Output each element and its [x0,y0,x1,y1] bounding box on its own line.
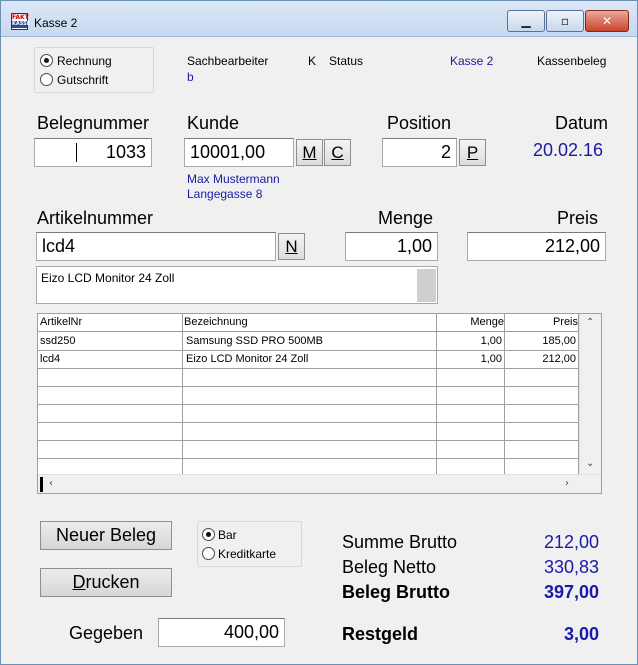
description-scrollbar[interactable] [417,269,436,302]
preis-label: Preis [557,208,599,228]
artikelnummer-label: Artikelnummer [37,208,154,228]
beleg-netto-value: 330,83 [543,557,599,577]
grid-row-line [38,404,579,405]
row-bezeichnung: Samsung SSD PRO 500MB [186,335,323,347]
scroll-down-icon[interactable]: ⌄ [586,458,594,469]
drucken-button[interactable]: Drucken [40,568,172,597]
scroll-up-icon[interactable]: ⌃ [586,317,594,328]
summe-brutto-label: Summe Brutto [342,532,458,552]
kreditkarte-radio[interactable] [202,547,215,560]
gutschrift-label: Gutschrift [57,73,109,87]
menge-field[interactable]: 1,00 [345,232,438,261]
title-bar[interactable]: FAKT KASSE Kasse 2 ▁ ▫ ✕ [1,1,637,37]
col-preis[interactable]: Preis [506,314,578,331]
row-preis: 212,00 [542,353,576,365]
summe-brutto-value: 212,00 [543,532,599,552]
row-artikelnr: ssd250 [40,335,76,347]
sachbearbeiter-label: Sachbearbeiter [187,54,269,68]
row-menge: 1,00 [480,335,502,347]
position-label: Position [387,113,452,133]
app-logo-icon: FAKT KASSE [11,13,30,30]
minimize-icon: ▁ [521,14,531,28]
restgeld-value: 3,00 [563,624,599,644]
table-header: ArtikelNr Bezeichnung Menge Preis [38,314,579,332]
kunde-field[interactable]: 10001,00 [184,138,294,167]
window-title: Kasse 2 [34,16,78,30]
preis-field[interactable]: 212,00 [467,232,606,261]
status-label: Status [329,54,364,68]
bar-radio[interactable] [202,528,215,541]
table-vertical-scrollbar[interactable]: ⌃ ⌄ [579,314,601,474]
row-menge: 1,00 [480,353,502,365]
artikel-description-box[interactable]: Eizo LCD Monitor 24 Zoll [36,266,438,304]
artikel-n-button[interactable]: N [278,233,305,260]
kunde-name: Max Mustermann [187,172,280,186]
table-horizontal-scrollbar[interactable]: ‹ › [38,474,601,493]
rechnung-label: Rechnung [57,54,112,68]
artikel-description: Eizo LCD Monitor 24 Zoll [41,271,175,285]
grid-row-line [38,368,579,369]
belegnummer-field[interactable]: 1033 [34,138,152,167]
gegeben-field[interactable]: 400,00 [158,618,285,647]
grid-row-line [38,386,579,387]
sachbearbeiter-value: b [187,70,194,84]
maximize-button[interactable]: ▫ [546,10,584,32]
scroll-left-icon[interactable]: ‹ [49,478,53,489]
kunde-c-button[interactable]: C [324,139,351,166]
row-preis: 185,00 [542,335,576,347]
position-p-button[interactable]: P [459,139,486,166]
grid-divider [182,314,183,474]
grid-row-line [38,458,579,459]
row-artikelnr: lcd4 [40,353,61,365]
scroll-thumb[interactable] [40,477,43,492]
beleg-netto-label: Beleg Netto [342,557,437,577]
scroll-right-icon[interactable]: › [565,478,569,489]
beleg-brutto-label: Beleg Brutto [342,582,450,602]
col-artikelnr[interactable]: ArtikelNr [40,314,82,331]
close-icon: ✕ [601,14,613,28]
drucken-label: rucken [85,572,140,592]
beleg-brutto-value: 397,00 [543,582,599,602]
rechnung-radio[interactable] [40,54,53,67]
belegnummer-label: Belegnummer [37,113,150,133]
kasse-window: FAKT KASSE Kasse 2 ▁ ▫ ✕ Rechnung Gutschr… [0,0,638,665]
maximize-icon: ▫ [560,14,570,28]
kunde-label: Kunde [187,113,240,133]
minimize-button[interactable]: ▁ [507,10,545,32]
kunde-m-button[interactable]: M [296,139,323,166]
text-cursor [76,143,77,162]
datum-value: 20.02.16 [533,140,604,160]
col-bezeichnung[interactable]: Bezeichnung [184,314,248,331]
grid-row-line [38,422,579,423]
grid-divider [436,314,437,474]
k-label: K [308,54,317,68]
position-field[interactable]: 2 [382,138,457,167]
restgeld-label: Restgeld [342,624,419,644]
gegeben-label: Gegeben [69,623,144,643]
drucken-mnemonic: D [72,572,86,592]
gutschrift-radio[interactable] [40,73,53,86]
grid-divider [504,314,505,474]
close-button[interactable]: ✕ [585,10,629,32]
bar-label: Bar [218,528,237,542]
kreditkarte-label: Kreditkarte [218,547,277,561]
kassenbeleg-label: Kassenbeleg [537,54,607,68]
items-table[interactable]: ArtikelNr Bezeichnung Menge Preis ssd250… [37,313,602,494]
kasse-value: Kasse 2 [450,54,494,68]
kunde-street: Langegasse 8 [187,187,263,201]
col-menge[interactable]: Menge [438,314,504,331]
grid-row-line [38,440,579,441]
neuer-beleg-button[interactable]: Neuer Beleg [40,521,172,550]
menge-label: Menge [378,208,434,228]
row-bezeichnung: Eizo LCD Monitor 24 Zoll [186,353,309,365]
artikelnummer-field[interactable]: lcd4 [36,232,276,261]
datum-label: Datum [555,113,609,133]
